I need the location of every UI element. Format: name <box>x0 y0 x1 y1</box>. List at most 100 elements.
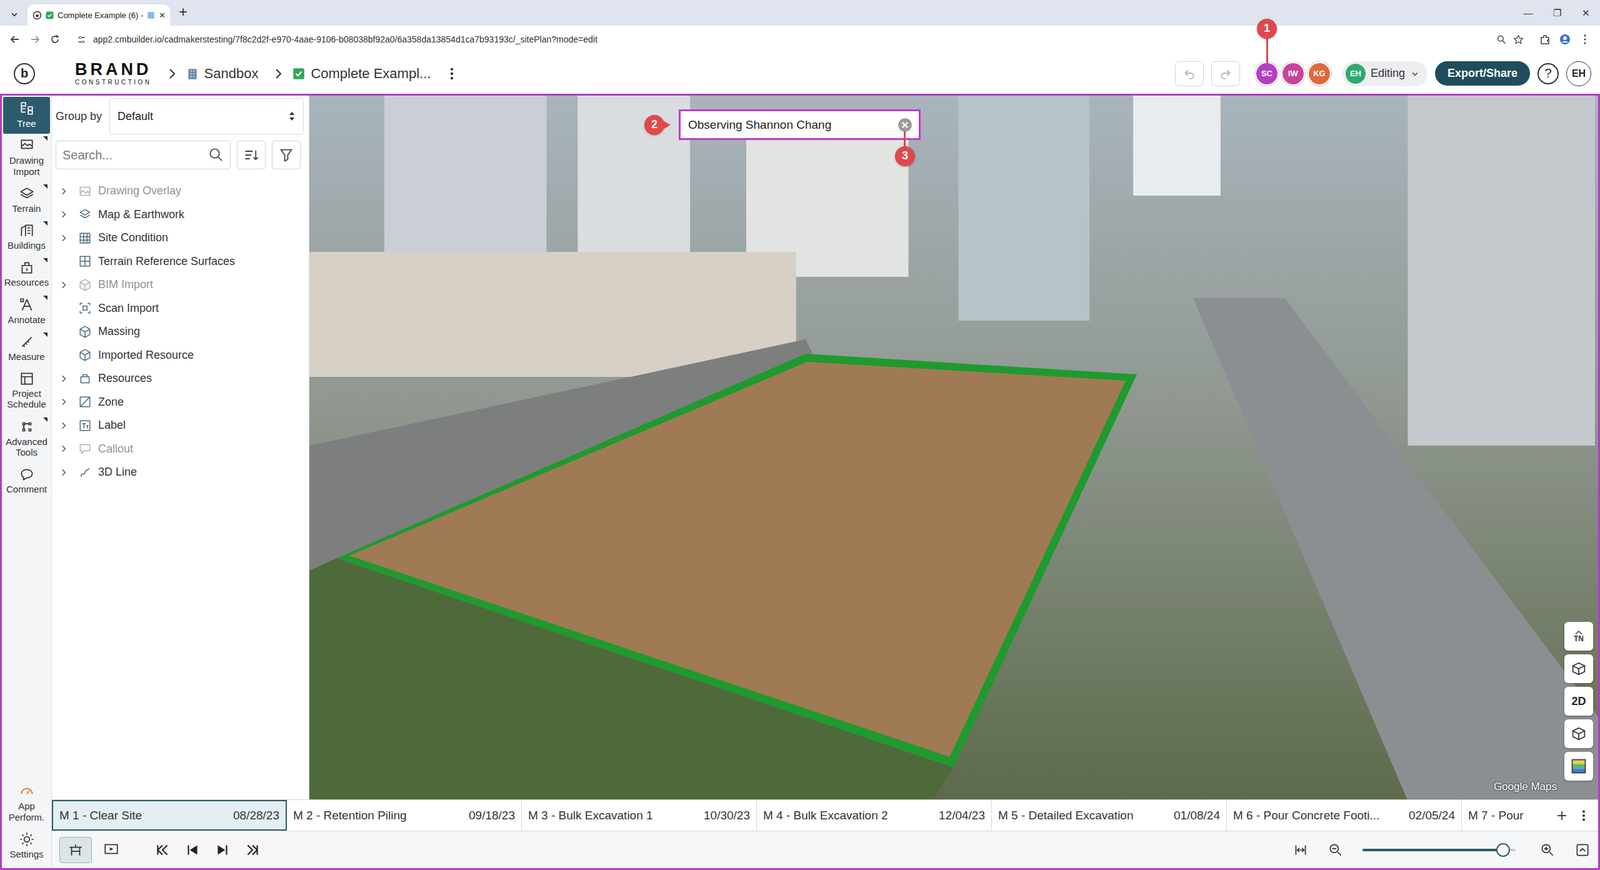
step-back-icon[interactable] <box>184 841 201 859</box>
expand-chevron-icon[interactable] <box>58 467 69 478</box>
rail-item[interactable]: Project Schedule <box>3 366 50 415</box>
expand-chevron-icon[interactable] <box>58 443 69 454</box>
tree-item[interactable]: Map & Earthwork <box>55 203 304 227</box>
add-milestone-button[interactable]: + <box>1549 800 1575 831</box>
tree-item[interactable]: BIM Import <box>55 273 304 297</box>
tree-item[interactable]: Site Condition <box>55 226 304 250</box>
expand-chevron-icon[interactable] <box>58 280 69 290</box>
view-control-button[interactable]: TN <box>1564 621 1594 651</box>
rail-item[interactable]: Annotate <box>3 293 50 330</box>
site-3d-view[interactable]: Observing Shannon Chang 3 2 TN2D Google … <box>309 95 1599 800</box>
expand-chevron-icon[interactable] <box>58 420 69 431</box>
breadcrumb-item[interactable]: Sandbox <box>185 65 259 82</box>
schedule-timeline: M 1 - Clear Site 08/28/23M 2 - Retention… <box>51 799 1599 831</box>
rail-item[interactable]: Comment <box>3 462 50 500</box>
fit-width-icon[interactable] <box>1292 841 1309 859</box>
rail-item[interactable]: Drawing Import <box>3 133 50 182</box>
app-logo[interactable]: b <box>13 63 35 85</box>
tree-item[interactable]: Callout <box>55 437 304 462</box>
step-forward-icon[interactable] <box>214 841 231 859</box>
browser-tab[interactable]: Complete Example (6) - ✕ <box>27 4 170 26</box>
tree-item[interactable]: Resources <box>55 366 304 391</box>
reload-icon[interactable] <box>48 33 62 46</box>
milestone-tab[interactable]: M 4 - Bulk Excavation 2 12/04/23 <box>756 800 992 831</box>
tab-close-button[interactable]: ✕ <box>158 10 166 20</box>
breadcrumb-item[interactable]: Complete Exampl... <box>291 65 431 82</box>
window-control-button[interactable]: — <box>1513 7 1543 19</box>
rail-item[interactable]: Buildings <box>3 218 50 256</box>
new-tab-button[interactable]: + <box>170 3 197 24</box>
bookmark-star-icon[interactable] <box>1513 34 1524 45</box>
mode-dropdown[interactable]: EH Editing <box>1342 61 1428 87</box>
url-field[interactable]: app2.cmbuilder.io/cadmakerstesting/7f8c2… <box>68 28 1532 50</box>
layer-icon <box>78 371 92 386</box>
rail-item[interactable]: Tree <box>3 96 50 134</box>
collaborator-avatar[interactable]: IW <box>1282 63 1304 85</box>
tree-item[interactable]: Zone <box>55 390 304 415</box>
tree-item[interactable]: Label <box>55 413 304 438</box>
tree-item[interactable]: Imported Resource <box>55 343 304 368</box>
milestone-tab[interactable]: M 6 - Pour Concrete Footi... 02/05/24 <box>1226 800 1462 831</box>
timeline-menu-icon[interactable] <box>1576 808 1591 823</box>
tool-icon <box>18 466 35 483</box>
view-control-button[interactable] <box>1564 654 1594 684</box>
close-circle-icon[interactable] <box>897 117 913 133</box>
window-control-button[interactable]: ❐ <box>1542 7 1572 19</box>
collapse-panel-icon[interactable] <box>1574 841 1591 859</box>
profile-icon[interactable] <box>1558 33 1572 46</box>
browser-menu-icon[interactable] <box>1578 33 1592 46</box>
tree-search-field[interactable]: Search... <box>55 140 231 170</box>
tree-item[interactable]: Scan Import <box>55 296 304 321</box>
export-share-button[interactable]: Export/Share <box>1435 61 1530 86</box>
view-control-button[interactable] <box>1564 751 1594 781</box>
milestone-tab[interactable]: M 2 - Retention Piling 09/18/23 <box>286 800 522 831</box>
user-avatar[interactable]: EH <box>1566 61 1592 87</box>
zoom-icon[interactable] <box>1496 34 1507 45</box>
sort-button[interactable] <box>236 140 266 170</box>
skip-to-end-icon[interactable] <box>244 841 261 859</box>
project-menu-icon[interactable] <box>444 66 460 82</box>
expand-chevron-icon[interactable] <box>58 186 69 197</box>
undo-button[interactable] <box>1175 61 1204 87</box>
expand-chevron-icon[interactable] <box>58 233 69 244</box>
view-mode-button[interactable] <box>95 836 127 862</box>
milestone-tab[interactable]: M 3 - Bulk Excavation 1 10/30/23 <box>521 800 757 831</box>
extensions-icon[interactable] <box>1538 33 1552 46</box>
tab-search-button[interactable] <box>5 3 24 26</box>
rail-item[interactable]: Terrain <box>3 181 50 219</box>
back-arrow-icon[interactable] <box>8 33 22 46</box>
group-by-select[interactable]: Default <box>109 98 304 135</box>
milestone-tab[interactable]: M 5 - Detailed Excavation 01/08/24 <box>991 800 1227 831</box>
site-info-icon[interactable] <box>76 34 87 45</box>
view-mode-button[interactable] <box>59 836 92 864</box>
expand-chevron-icon[interactable] <box>58 209 69 220</box>
rail-item[interactable]: Resources <box>3 255 50 293</box>
tree-label: Site Condition <box>98 231 169 245</box>
milestone-tab[interactable]: M 7 - Pour <box>1461 800 1550 831</box>
help-button[interactable]: ? <box>1537 63 1559 85</box>
tree-item[interactable]: Terrain Reference Surfaces <box>55 250 304 274</box>
forward-arrow-icon[interactable] <box>28 33 42 46</box>
zoom-slider[interactable] <box>1362 848 1516 852</box>
zoom-in-icon[interactable] <box>1539 841 1556 859</box>
redo-button[interactable] <box>1211 61 1240 87</box>
milestone-tab[interactable]: M 1 - Clear Site 08/28/23 <box>51 800 287 831</box>
zoom-slider-knob[interactable] <box>1496 843 1510 857</box>
tree-item[interactable]: 3D Line <box>55 460 304 485</box>
window-control-button[interactable]: ✕ <box>1571 7 1600 19</box>
collaborator-avatar[interactable]: SC <box>1256 63 1278 85</box>
zoom-out-icon[interactable] <box>1327 841 1344 859</box>
view-control-button[interactable] <box>1564 719 1594 749</box>
rail-item[interactable]: Settings <box>3 827 50 865</box>
rail-item[interactable]: App Perform. <box>3 779 50 828</box>
expand-chevron-icon[interactable] <box>58 396 69 407</box>
expand-chevron-icon[interactable] <box>58 373 69 384</box>
view-control-button[interactable]: 2D <box>1564 686 1594 716</box>
tree-item[interactable]: Massing <box>55 320 304 344</box>
collaborator-avatar[interactable]: KG <box>1308 63 1330 85</box>
rail-item[interactable]: Advanced Tools <box>3 415 50 464</box>
tree-item[interactable]: Drawing Overlay <box>55 179 304 204</box>
rail-item[interactable]: Measure <box>3 330 50 367</box>
skip-to-start-icon[interactable] <box>154 841 171 859</box>
filter-button[interactable] <box>271 140 301 170</box>
